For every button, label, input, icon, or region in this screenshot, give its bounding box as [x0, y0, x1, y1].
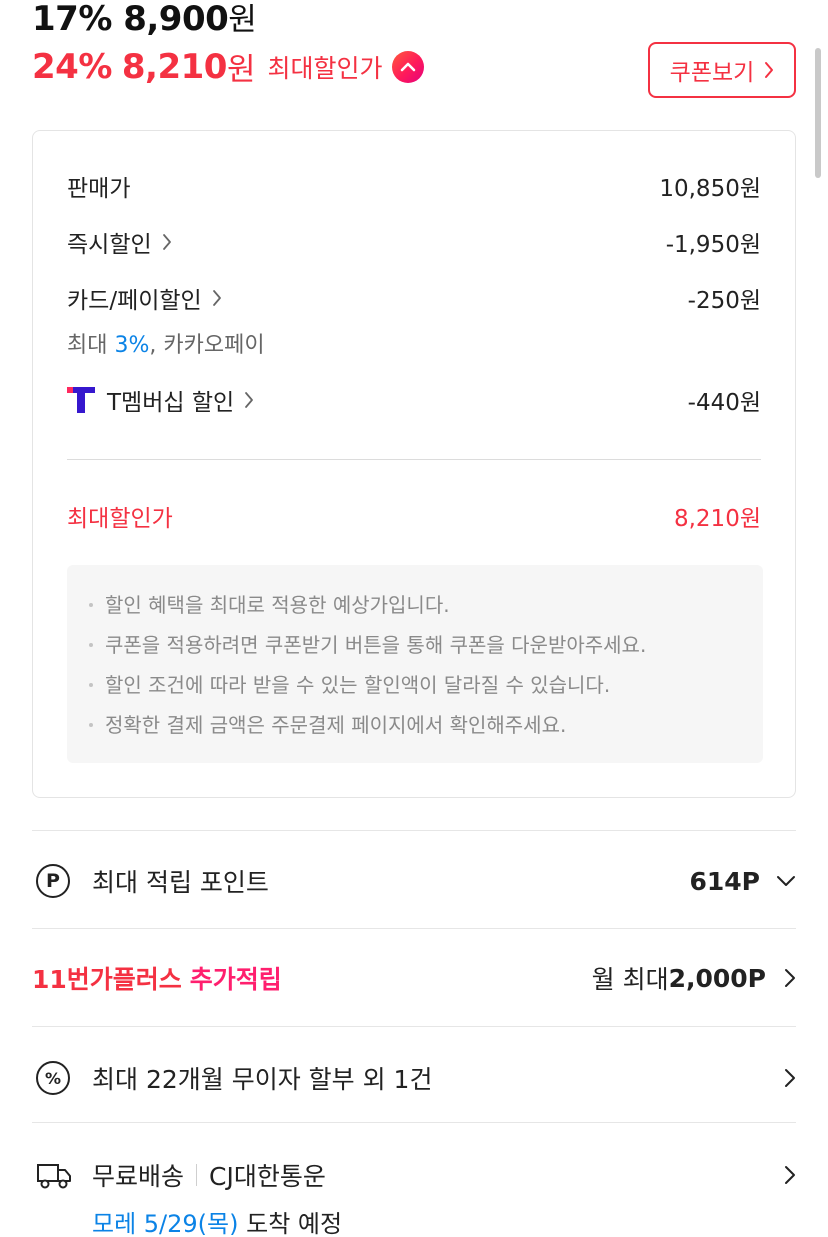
coupon-view-button[interactable]: 쿠폰보기	[648, 42, 796, 98]
discount-notes: 할인 혜택을 최대로 적용한 예상가입니다. 쿠폰을 적용하려면 쿠폰받기 버튼…	[67, 565, 763, 763]
chevron-right-icon	[245, 392, 254, 408]
card-note-prefix: 최대	[67, 333, 115, 358]
eta-suffix: 도착 예정	[238, 1210, 343, 1237]
installment-label: 최대 22개월 무이자 할부 외 1건	[92, 1065, 433, 1094]
max-discount-row: 최대할인가 8,210원	[67, 499, 761, 533]
card-discount-note: 최대 3%, 카카오페이	[67, 327, 265, 359]
t-membership-logo-icon	[67, 385, 95, 415]
divider	[32, 928, 796, 929]
divider	[32, 1026, 796, 1027]
price-first-amount: 8,900	[123, 0, 229, 39]
plus-label: 추가적립	[189, 965, 282, 994]
price-max-won: 원	[226, 52, 256, 88]
price-first-pct: 17%	[32, 0, 112, 39]
separator	[196, 1164, 198, 1186]
scrollbar[interactable]	[815, 48, 821, 178]
shipping-carrier: CJ대한통운	[209, 1162, 326, 1191]
tmembership-label: T멤버십 할인	[107, 390, 235, 416]
plus-membership-row[interactable]: 11번가플러스 추가적립 월 최대 2,000P	[32, 955, 796, 1001]
note-item: 할인 조건에 따라 받을 수 있는 할인액이 달라질 수 있습니다.	[89, 665, 763, 705]
coupon-view-label: 쿠폰보기	[669, 60, 755, 86]
plus-brand: 11번가플러스	[32, 965, 182, 994]
chevron-right-icon	[785, 1069, 795, 1087]
note-text: 쿠폰을 적용하려면 쿠폰받기 버튼을 통해 쿠폰을 다운받아주세요.	[105, 633, 647, 657]
note-item: 정확한 결제 금액은 주문결제 페이지에서 확인해주세요.	[89, 705, 763, 745]
points-label: 최대 적립 포인트	[92, 868, 269, 897]
instant-discount-row[interactable]: 즉시할인 -1,950원	[67, 225, 761, 259]
divider	[32, 1122, 796, 1123]
card-discount-label: 카드/페이할인	[67, 288, 202, 314]
max-discount-label: 최대할인가	[67, 506, 173, 532]
price-first-won: 원	[228, 2, 257, 38]
instant-discount-label: 즉시할인	[67, 232, 152, 258]
price-max-pct: 24%	[32, 46, 112, 87]
sale-price-label: 판매가	[67, 176, 131, 202]
chevron-right-icon	[785, 969, 795, 987]
card-note-suffix: , 카카오페이	[149, 333, 265, 358]
installment-row[interactable]: % 최대 22개월 무이자 할부 외 1건	[36, 1055, 796, 1101]
percent-icon: %	[36, 1061, 70, 1095]
point-icon: P	[36, 864, 70, 898]
points-row[interactable]: P 최대 적립 포인트 614P	[36, 858, 796, 904]
note-text: 할인 혜택을 최대로 적용한 예상가입니다.	[105, 593, 450, 617]
eta-date: 모레 5/29(목)	[92, 1210, 239, 1237]
note-text: 정확한 결제 금액은 주문결제 페이지에서 확인해주세요.	[105, 713, 567, 737]
chevron-right-icon	[785, 1166, 795, 1184]
card-discount-value: -250원	[687, 288, 761, 314]
chevron-right-icon	[212, 290, 221, 306]
tmembership-value: -440원	[687, 390, 761, 416]
price-max-amount: 8,210	[121, 46, 228, 87]
plus-value-prefix: 월 최대	[591, 965, 669, 994]
chevron-up-icon	[401, 62, 416, 71]
price-breakdown-panel: 판매가 10,850원 즉시할인 -1,950원 카드/페이할인 -250원 최…	[32, 130, 796, 798]
tmembership-discount-row[interactable]: T멤버십 할인 -440원	[67, 383, 761, 417]
chevron-right-icon	[162, 234, 171, 250]
note-item: 할인 혜택을 최대로 적용한 예상가입니다.	[89, 585, 763, 625]
sale-price-row: 판매가 10,850원	[67, 169, 761, 203]
price-max-label: 최대할인가	[267, 53, 383, 83]
divider	[32, 830, 796, 831]
max-discount-value: 8,210원	[673, 506, 761, 532]
plus-value: 2,000P	[668, 963, 766, 993]
delivery-eta: 모레 5/29(목) 도착 예정	[92, 1204, 342, 1237]
instant-discount-value: -1,950원	[665, 232, 761, 258]
card-discount-row[interactable]: 카드/페이할인 -250원	[67, 281, 761, 315]
price-first: 17% 8,900원	[32, 0, 257, 39]
shipping-label: 무료배송	[92, 1162, 185, 1191]
chevron-right-icon	[765, 62, 774, 78]
collapse-breakdown-button[interactable]	[392, 50, 425, 83]
card-note-rate: 3%	[114, 333, 150, 358]
points-value: 614P	[689, 866, 760, 896]
shipping-row[interactable]: 무료배송 CJ대한통운	[36, 1152, 796, 1198]
note-text: 할인 조건에 따라 받을 수 있는 할인액이 달라질 수 있습니다.	[105, 673, 611, 697]
truck-icon	[36, 1159, 72, 1191]
divider	[67, 459, 761, 460]
note-item: 쿠폰을 적용하려면 쿠폰받기 버튼을 통해 쿠폰을 다운받아주세요.	[89, 625, 763, 665]
chevron-down-icon	[777, 876, 795, 886]
sale-price-value: 10,850원	[659, 176, 761, 202]
price-max: 24% 8,210 원 최대할인가	[32, 44, 425, 89]
